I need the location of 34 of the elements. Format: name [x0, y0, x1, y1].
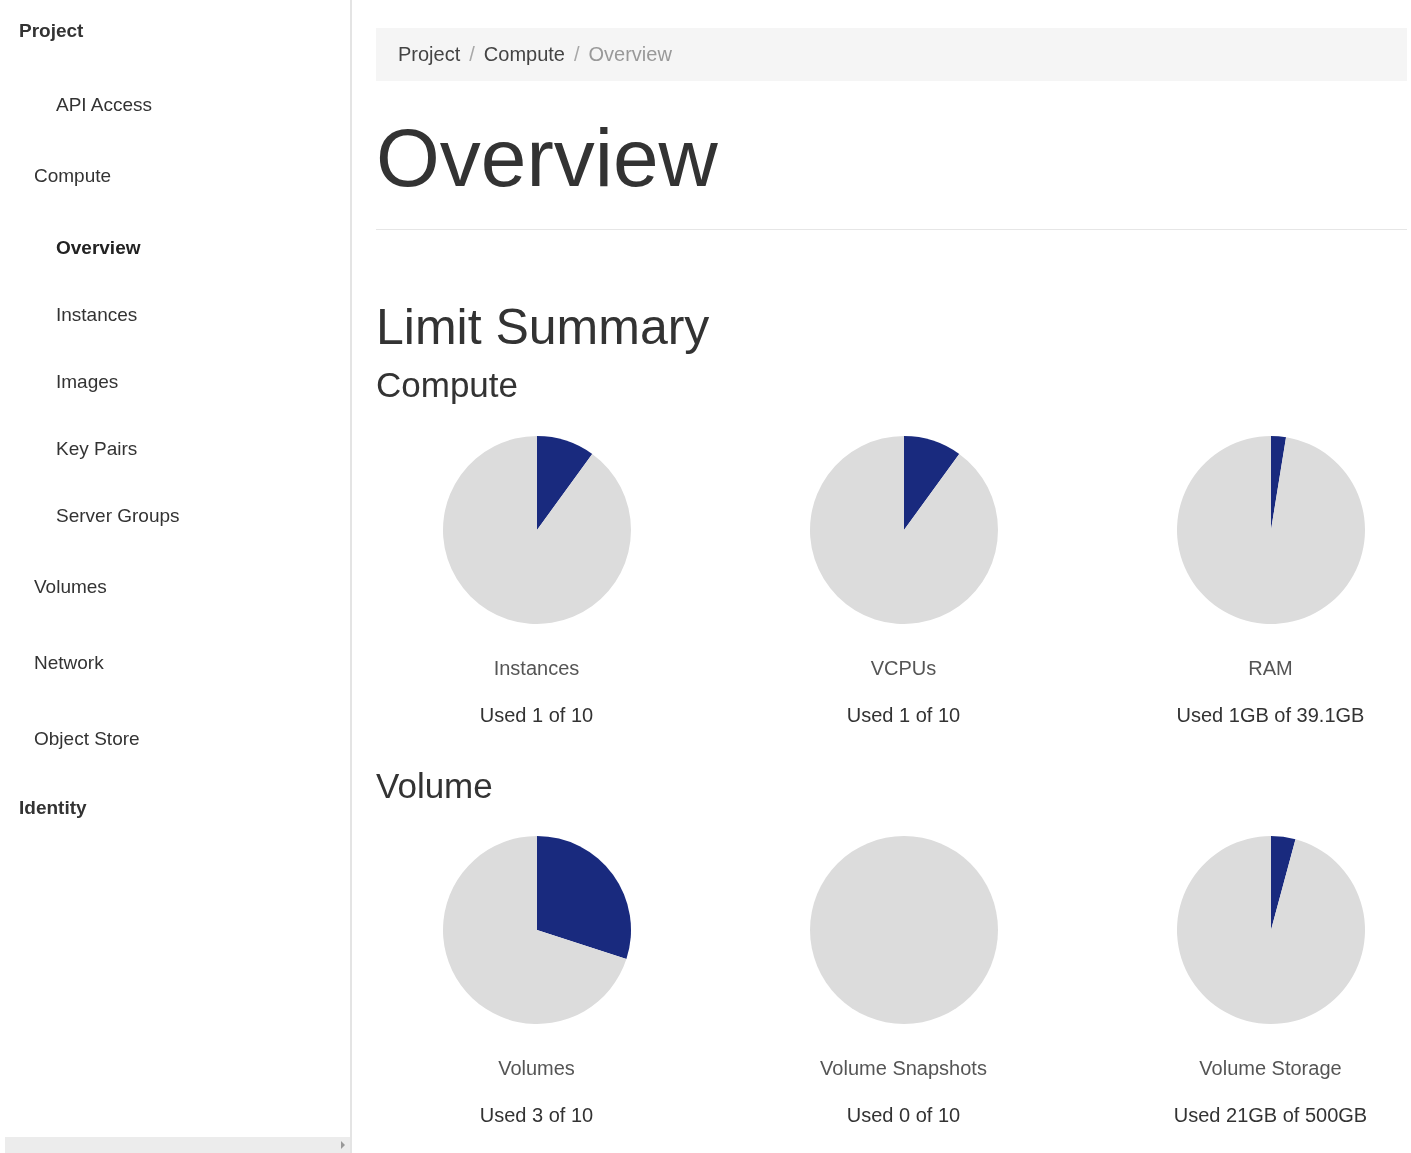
sidebar-item[interactable]: Project	[0, 0, 350, 62]
breadcrumb-link[interactable]: Compute	[483, 43, 565, 66]
group-title: Compute	[376, 366, 520, 405]
quota-name: Instances	[493, 656, 580, 680]
sidebar-item[interactable]: API Access	[0, 71, 350, 138]
separator: /	[573, 43, 580, 66]
scrollbar[interactable]	[5, 1137, 350, 1153]
section-title: Limit Summary	[376, 302, 711, 352]
sidebar-item[interactable]: Images	[0, 348, 350, 415]
sidebar-item[interactable]: Identity	[0, 777, 350, 839]
quota-usage: Used 1 of 10	[846, 703, 961, 727]
quota-usage: Used 3 of 10	[479, 1104, 594, 1127]
quota-name: Volumes	[498, 1057, 575, 1080]
quota-usage: Used 21GB of 500GB	[1173, 1104, 1368, 1127]
arrow-right-icon[interactable]	[340, 1141, 346, 1149]
sidebar-item[interactable]: Server Groups	[0, 482, 350, 549]
quota-name: Volume Storage	[1199, 1057, 1342, 1080]
quota-usage: Used 0 of 10	[846, 1104, 961, 1127]
quota-usage: Used 1 of 10	[479, 703, 594, 727]
page-title: Overview	[376, 117, 719, 199]
sidebar-item[interactable]: Object Store	[0, 701, 350, 777]
sidebar-item[interactable]: Overview	[0, 214, 350, 281]
quota-usage: Used 1GB of 39.1GB	[1176, 703, 1365, 727]
sidebar-item[interactable]: Network	[0, 625, 350, 701]
sidebar-item[interactable]: Key Pairs	[0, 415, 350, 482]
sidebar-item[interactable]: Instances	[0, 281, 350, 348]
quota-name: Volume Snapshots	[820, 1057, 987, 1080]
quota-name: VCPUs	[870, 656, 937, 680]
breadcrumb-link[interactable]: Project	[398, 43, 461, 66]
quota-name: RAM	[1248, 656, 1293, 680]
sidebar-item[interactable]: Compute	[0, 138, 350, 214]
separator: /	[469, 43, 475, 66]
group-title: Volume	[376, 766, 494, 805]
sidebar-item[interactable]: Volumes	[0, 549, 350, 625]
